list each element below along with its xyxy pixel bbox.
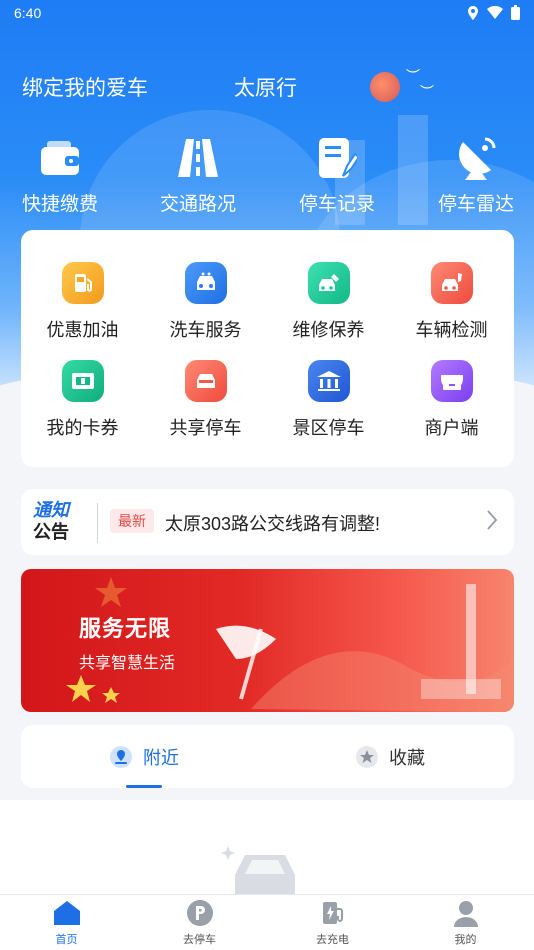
tab-label: 收藏 bbox=[389, 747, 425, 768]
notice-new-badge: 最新 bbox=[110, 509, 154, 533]
coupon-icon bbox=[61, 360, 104, 402]
user-icon bbox=[452, 899, 480, 927]
notice-logo-line2: 公告 bbox=[33, 522, 69, 542]
bird-icon: ︶ bbox=[420, 84, 434, 100]
quick-actions: 快捷缴费 交通路况 停车记录 停车雷达 bbox=[0, 135, 534, 225]
nav-profile[interactable]: 我的 bbox=[399, 899, 532, 947]
star-icon bbox=[356, 745, 378, 768]
quick-action-parking-record[interactable]: 停车记录 bbox=[277, 135, 397, 216]
tab-label: 附近 bbox=[143, 747, 179, 768]
quick-action-label: 停车记录 bbox=[298, 194, 375, 215]
service-shared-parking[interactable]: 共享停车 bbox=[144, 360, 267, 440]
nav-charging[interactable]: 去充电 bbox=[266, 899, 399, 947]
status-bar: 6:40 bbox=[0, 0, 534, 28]
fuel-icon bbox=[61, 262, 104, 304]
nav-label: 去充电 bbox=[316, 934, 349, 946]
service-repair[interactable]: 维修保养 bbox=[267, 262, 390, 342]
service-car-wash[interactable]: 洗车服务 bbox=[144, 262, 267, 342]
quick-action-label: 快捷缴费 bbox=[21, 194, 98, 215]
quick-action-label: 停车雷达 bbox=[437, 194, 514, 215]
nav-label: 我的 bbox=[454, 934, 477, 946]
nav-label: 首页 bbox=[55, 934, 78, 946]
banner-title: 服务无限 bbox=[79, 616, 172, 641]
notice-text: 太原303路公交线路有调整! bbox=[165, 514, 381, 534]
road-icon bbox=[175, 135, 221, 181]
nearby-list bbox=[0, 800, 534, 900]
chevron-right-icon bbox=[486, 509, 498, 536]
parking-icon bbox=[186, 899, 214, 927]
shared-parking-icon bbox=[184, 360, 227, 402]
bird-icon: ︶ bbox=[406, 68, 420, 84]
sun-decoration bbox=[370, 72, 400, 102]
bind-car-link[interactable]: 绑定我的爱车 bbox=[22, 72, 148, 102]
service-label: 维修保养 bbox=[292, 320, 365, 340]
service-scenic-parking[interactable]: 景区停车 bbox=[267, 360, 390, 440]
active-tab-indicator bbox=[126, 785, 162, 788]
empty-car-illustration bbox=[221, 846, 295, 900]
service-label: 我的卡券 bbox=[46, 418, 119, 438]
notice-bar[interactable]: 通知 公告 最新 太原303路公交线路有调整! bbox=[21, 489, 514, 555]
status-time: 6:40 bbox=[14, 5, 42, 21]
banner-subtitle: 共享智慧生活 bbox=[79, 655, 176, 672]
app-title: 太原行 bbox=[234, 77, 297, 100]
header: 绑定我的爱车 太原行 ︶ ︶ bbox=[22, 68, 512, 102]
service-merchant[interactable]: 商户端 bbox=[390, 360, 513, 440]
service-fuel-discount[interactable]: 优惠加油 bbox=[21, 262, 144, 342]
location-person-icon bbox=[110, 745, 132, 768]
battery-icon bbox=[511, 5, 520, 20]
nav-home[interactable]: 首页 bbox=[0, 899, 133, 947]
quick-action-traffic[interactable]: 交通路况 bbox=[138, 135, 258, 216]
charging-station-icon bbox=[319, 899, 347, 927]
service-label: 景区停车 bbox=[292, 418, 365, 438]
car-wash-icon bbox=[184, 262, 227, 304]
nav-label: 去停车 bbox=[183, 934, 216, 946]
service-label: 洗车服务 bbox=[169, 320, 242, 340]
service-label: 共享停车 bbox=[169, 418, 242, 438]
promo-banner[interactable]: 服务无限 共享智慧生活 bbox=[21, 569, 514, 712]
merchant-icon bbox=[430, 360, 473, 402]
wallet-icon bbox=[37, 135, 83, 181]
service-label: 优惠加油 bbox=[46, 320, 119, 340]
notice-logo-line1: 通知 bbox=[33, 500, 69, 520]
nearby-favorites-tabs: 附近 收藏 bbox=[21, 725, 514, 788]
notice-divider bbox=[97, 503, 98, 543]
tab-favorites[interactable]: 收藏 bbox=[267, 725, 513, 788]
bottom-navigation: 首页 去停车 去充电 我的 bbox=[0, 894, 534, 950]
inspection-icon bbox=[430, 262, 473, 304]
notice-logo: 通知 公告 bbox=[33, 499, 101, 545]
service-my-coupons[interactable]: 我的卡券 bbox=[21, 360, 144, 440]
quick-action-label: 交通路况 bbox=[159, 194, 236, 215]
repair-icon bbox=[307, 262, 350, 304]
quick-action-pay[interactable]: 快捷缴费 bbox=[0, 135, 120, 216]
location-status-icon bbox=[468, 5, 478, 20]
tab-nearby[interactable]: 附近 bbox=[21, 725, 267, 788]
service-inspection[interactable]: 车辆检测 bbox=[390, 262, 513, 342]
radar-dish-icon bbox=[453, 135, 499, 181]
service-label: 车辆检测 bbox=[415, 320, 488, 340]
services-card: 优惠加油 洗车服务 维修保养 车辆检测 我的卡券 共享停车 景区停车 商户端 bbox=[21, 230, 514, 467]
service-label: 商户端 bbox=[424, 418, 479, 438]
nav-parking[interactable]: 去停车 bbox=[133, 899, 266, 947]
home-icon bbox=[53, 899, 81, 927]
wifi-icon bbox=[487, 6, 503, 19]
scenic-parking-icon bbox=[307, 360, 350, 402]
quick-action-parking-radar[interactable]: 停车雷达 bbox=[416, 135, 534, 216]
document-edit-icon bbox=[314, 135, 360, 181]
